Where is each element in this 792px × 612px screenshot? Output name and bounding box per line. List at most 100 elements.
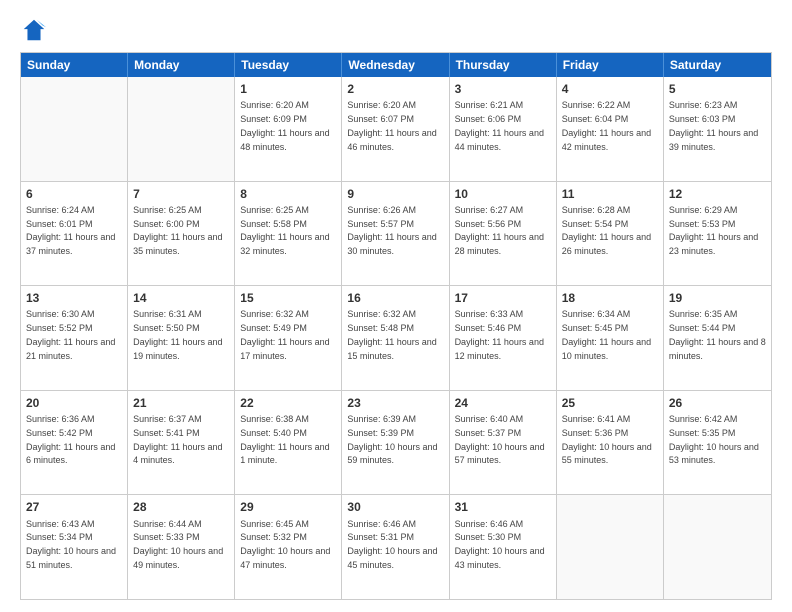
- day-number: 27: [26, 499, 122, 515]
- day-cell-6: 6Sunrise: 6:24 AM Sunset: 6:01 PM Daylig…: [21, 182, 128, 286]
- cell-info: Sunrise: 6:30 AM Sunset: 5:52 PM Dayligh…: [26, 309, 115, 360]
- week-row-5: 27 Sunrise: 6:43 AM Sunset: 5:34 PM Dayli…: [21, 494, 771, 599]
- day-cell-17: 17Sunrise: 6:33 AM Sunset: 5:46 PM Dayli…: [450, 286, 557, 390]
- day-cell-28: 28 Sunrise: 6:44 AM Sunset: 5:33 PM Dayli…: [128, 495, 235, 599]
- day-cell-23: 23 Sunrise: 6:39 AM Sunset: 5:39 PM Dayli…: [342, 391, 449, 495]
- cell-info: Sunrise: 6:35 AM Sunset: 5:44 PM Dayligh…: [669, 309, 766, 360]
- day-cell-3: 3 Sunrise: 6:21 AM Sunset: 6:06 PM Daylig…: [450, 77, 557, 181]
- day-number: 26: [669, 395, 766, 411]
- day-number: 30: [347, 499, 443, 515]
- day-number: 4: [562, 81, 658, 97]
- day-number: 20: [26, 395, 122, 411]
- cell-info: Sunrise: 6:28 AM Sunset: 5:54 PM Dayligh…: [562, 205, 651, 256]
- day-number: 24: [455, 395, 551, 411]
- day-number: 9: [347, 186, 443, 202]
- cell-info: Sunrise: 6:42 AM Sunset: 5:35 PM Dayligh…: [669, 414, 759, 465]
- day-header-monday: Monday: [128, 53, 235, 77]
- cell-info: Sunrise: 6:36 AM Sunset: 5:42 PM Dayligh…: [26, 414, 115, 465]
- cell-info: Sunrise: 6:46 AM Sunset: 5:30 PM Dayligh…: [455, 519, 545, 570]
- day-number: 22: [240, 395, 336, 411]
- cell-info: Sunrise: 6:21 AM Sunset: 6:06 PM Dayligh…: [455, 100, 544, 151]
- cell-info: Sunrise: 6:20 AM Sunset: 6:09 PM Dayligh…: [240, 100, 329, 151]
- day-cell-5: 5Sunrise: 6:23 AM Sunset: 6:03 PM Daylig…: [664, 77, 771, 181]
- day-number: 5: [669, 81, 766, 97]
- day-number: 19: [669, 290, 766, 306]
- day-cell-13: 13 Sunrise: 6:30 AM Sunset: 5:52 PM Dayli…: [21, 286, 128, 390]
- week-row-2: 6Sunrise: 6:24 AM Sunset: 6:01 PM Daylig…: [21, 181, 771, 286]
- cell-info: Sunrise: 6:22 AM Sunset: 6:04 PM Dayligh…: [562, 100, 651, 151]
- day-number: 23: [347, 395, 443, 411]
- cell-info: Sunrise: 6:34 AM Sunset: 5:45 PM Dayligh…: [562, 309, 651, 360]
- logo-icon: [20, 16, 48, 44]
- day-number: 13: [26, 290, 122, 306]
- day-cell-1: 1 Sunrise: 6:20 AM Sunset: 6:09 PM Daylig…: [235, 77, 342, 181]
- header: [20, 16, 772, 44]
- day-cell-30: 30 Sunrise: 6:46 AM Sunset: 5:31 PM Dayli…: [342, 495, 449, 599]
- cell-info: Sunrise: 6:20 AM Sunset: 6:07 PM Dayligh…: [347, 100, 436, 151]
- day-number: 14: [133, 290, 229, 306]
- cell-info: Sunrise: 6:43 AM Sunset: 5:34 PM Dayligh…: [26, 519, 116, 570]
- calendar-body: 1 Sunrise: 6:20 AM Sunset: 6:09 PM Daylig…: [21, 77, 771, 599]
- day-cell-15: 15 Sunrise: 6:32 AM Sunset: 5:49 PM Dayli…: [235, 286, 342, 390]
- day-cell-20: 20 Sunrise: 6:36 AM Sunset: 5:42 PM Dayli…: [21, 391, 128, 495]
- cell-info: Sunrise: 6:25 AM Sunset: 6:00 PM Dayligh…: [133, 205, 222, 256]
- cell-info: Sunrise: 6:29 AM Sunset: 5:53 PM Dayligh…: [669, 205, 758, 256]
- cell-info: Sunrise: 6:33 AM Sunset: 5:46 PM Dayligh…: [455, 309, 544, 360]
- day-number: 10: [455, 186, 551, 202]
- day-cell-21: 21Sunrise: 6:37 AM Sunset: 5:41 PM Dayli…: [128, 391, 235, 495]
- cell-info: Sunrise: 6:45 AM Sunset: 5:32 PM Dayligh…: [240, 519, 330, 570]
- day-cell-31: 31 Sunrise: 6:46 AM Sunset: 5:30 PM Dayli…: [450, 495, 557, 599]
- day-number: 8: [240, 186, 336, 202]
- empty-cell: [557, 495, 664, 599]
- day-cell-4: 4 Sunrise: 6:22 AM Sunset: 6:04 PM Daylig…: [557, 77, 664, 181]
- day-cell-16: 16 Sunrise: 6:32 AM Sunset: 5:48 PM Dayli…: [342, 286, 449, 390]
- day-number: 2: [347, 81, 443, 97]
- week-row-3: 13 Sunrise: 6:30 AM Sunset: 5:52 PM Dayli…: [21, 285, 771, 390]
- day-cell-2: 2 Sunrise: 6:20 AM Sunset: 6:07 PM Daylig…: [342, 77, 449, 181]
- logo: [20, 16, 52, 44]
- day-header-tuesday: Tuesday: [235, 53, 342, 77]
- calendar-header-row: SundayMondayTuesdayWednesdayThursdayFrid…: [21, 53, 771, 77]
- calendar: SundayMondayTuesdayWednesdayThursdayFrid…: [20, 52, 772, 600]
- cell-info: Sunrise: 6:25 AM Sunset: 5:58 PM Dayligh…: [240, 205, 329, 256]
- day-cell-25: 25 Sunrise: 6:41 AM Sunset: 5:36 PM Dayli…: [557, 391, 664, 495]
- cell-info: Sunrise: 6:31 AM Sunset: 5:50 PM Dayligh…: [133, 309, 222, 360]
- cell-info: Sunrise: 6:44 AM Sunset: 5:33 PM Dayligh…: [133, 519, 223, 570]
- empty-cell: [21, 77, 128, 181]
- day-cell-19: 19 Sunrise: 6:35 AM Sunset: 5:44 PM Dayli…: [664, 286, 771, 390]
- day-number: 25: [562, 395, 658, 411]
- empty-cell: [128, 77, 235, 181]
- day-cell-11: 11 Sunrise: 6:28 AM Sunset: 5:54 PM Dayli…: [557, 182, 664, 286]
- day-number: 16: [347, 290, 443, 306]
- week-row-4: 20 Sunrise: 6:36 AM Sunset: 5:42 PM Dayli…: [21, 390, 771, 495]
- day-cell-10: 10 Sunrise: 6:27 AM Sunset: 5:56 PM Dayli…: [450, 182, 557, 286]
- week-row-1: 1 Sunrise: 6:20 AM Sunset: 6:09 PM Daylig…: [21, 77, 771, 181]
- day-cell-22: 22 Sunrise: 6:38 AM Sunset: 5:40 PM Dayli…: [235, 391, 342, 495]
- cell-info: Sunrise: 6:37 AM Sunset: 5:41 PM Dayligh…: [133, 414, 222, 465]
- day-cell-7: 7 Sunrise: 6:25 AM Sunset: 6:00 PM Daylig…: [128, 182, 235, 286]
- day-header-friday: Friday: [557, 53, 664, 77]
- cell-info: Sunrise: 6:24 AM Sunset: 6:01 PM Dayligh…: [26, 205, 115, 256]
- day-cell-29: 29 Sunrise: 6:45 AM Sunset: 5:32 PM Dayli…: [235, 495, 342, 599]
- cell-info: Sunrise: 6:46 AM Sunset: 5:31 PM Dayligh…: [347, 519, 437, 570]
- day-number: 1: [240, 81, 336, 97]
- cell-info: Sunrise: 6:38 AM Sunset: 5:40 PM Dayligh…: [240, 414, 329, 465]
- day-cell-12: 12Sunrise: 6:29 AM Sunset: 5:53 PM Dayli…: [664, 182, 771, 286]
- cell-info: Sunrise: 6:39 AM Sunset: 5:39 PM Dayligh…: [347, 414, 437, 465]
- day-number: 7: [133, 186, 229, 202]
- day-number: 18: [562, 290, 658, 306]
- day-number: 31: [455, 499, 551, 515]
- day-number: 29: [240, 499, 336, 515]
- day-header-thursday: Thursday: [450, 53, 557, 77]
- cell-info: Sunrise: 6:32 AM Sunset: 5:48 PM Dayligh…: [347, 309, 436, 360]
- cell-info: Sunrise: 6:27 AM Sunset: 5:56 PM Dayligh…: [455, 205, 544, 256]
- day-number: 28: [133, 499, 229, 515]
- day-number: 15: [240, 290, 336, 306]
- day-cell-27: 27 Sunrise: 6:43 AM Sunset: 5:34 PM Dayli…: [21, 495, 128, 599]
- page: SundayMondayTuesdayWednesdayThursdayFrid…: [0, 0, 792, 612]
- day-cell-18: 18 Sunrise: 6:34 AM Sunset: 5:45 PM Dayli…: [557, 286, 664, 390]
- cell-info: Sunrise: 6:41 AM Sunset: 5:36 PM Dayligh…: [562, 414, 652, 465]
- day-number: 3: [455, 81, 551, 97]
- cell-info: Sunrise: 6:32 AM Sunset: 5:49 PM Dayligh…: [240, 309, 329, 360]
- day-number: 11: [562, 186, 658, 202]
